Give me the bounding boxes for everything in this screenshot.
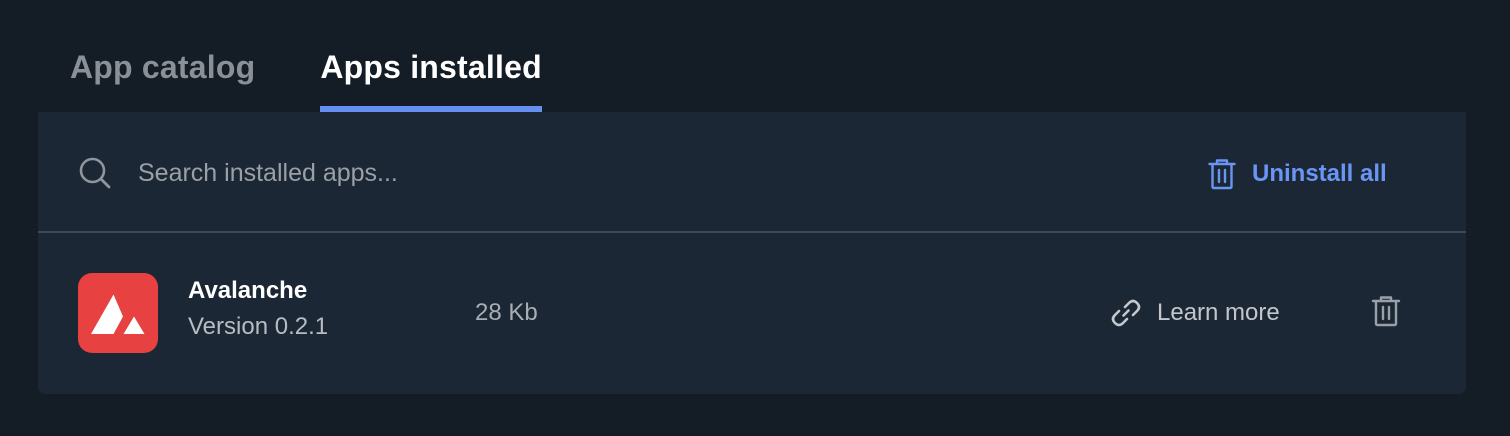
tab-bar: App catalog Apps installed <box>70 0 542 112</box>
trash-icon <box>1208 159 1236 190</box>
app-version: Version 0.2.1 <box>188 313 329 340</box>
uninstall-all-label: Uninstall all <box>1252 160 1387 187</box>
app-size: 28 Kb <box>475 299 538 326</box>
app-name: Avalanche <box>188 277 308 304</box>
tab-app-catalog[interactable]: App catalog <box>70 0 255 112</box>
tab-apps-installed-label: Apps installed <box>320 49 542 85</box>
uninstall-all-button[interactable]: Uninstall all <box>1208 152 1387 196</box>
avalanche-logo-mark <box>91 294 145 334</box>
learn-more-label: Learn more <box>1157 299 1280 326</box>
tab-app-catalog-label: App catalog <box>70 49 256 85</box>
link-icon <box>1111 299 1141 327</box>
search-input[interactable] <box>138 152 838 194</box>
learn-more-link[interactable]: Learn more <box>1110 291 1280 335</box>
tab-apps-installed[interactable]: Apps installed <box>320 0 542 112</box>
search-icon <box>79 157 111 189</box>
avalanche-logo <box>78 273 158 353</box>
list-item: Avalanche Version 0.2.1 28 Kb Learn more <box>38 233 1466 392</box>
delete-app-trash-icon[interactable] <box>1371 295 1401 327</box>
installed-apps-panel: Uninstall all Avalanche Version 0.2.1 28… <box>38 112 1466 394</box>
search-toolbar: Uninstall all <box>38 112 1466 233</box>
